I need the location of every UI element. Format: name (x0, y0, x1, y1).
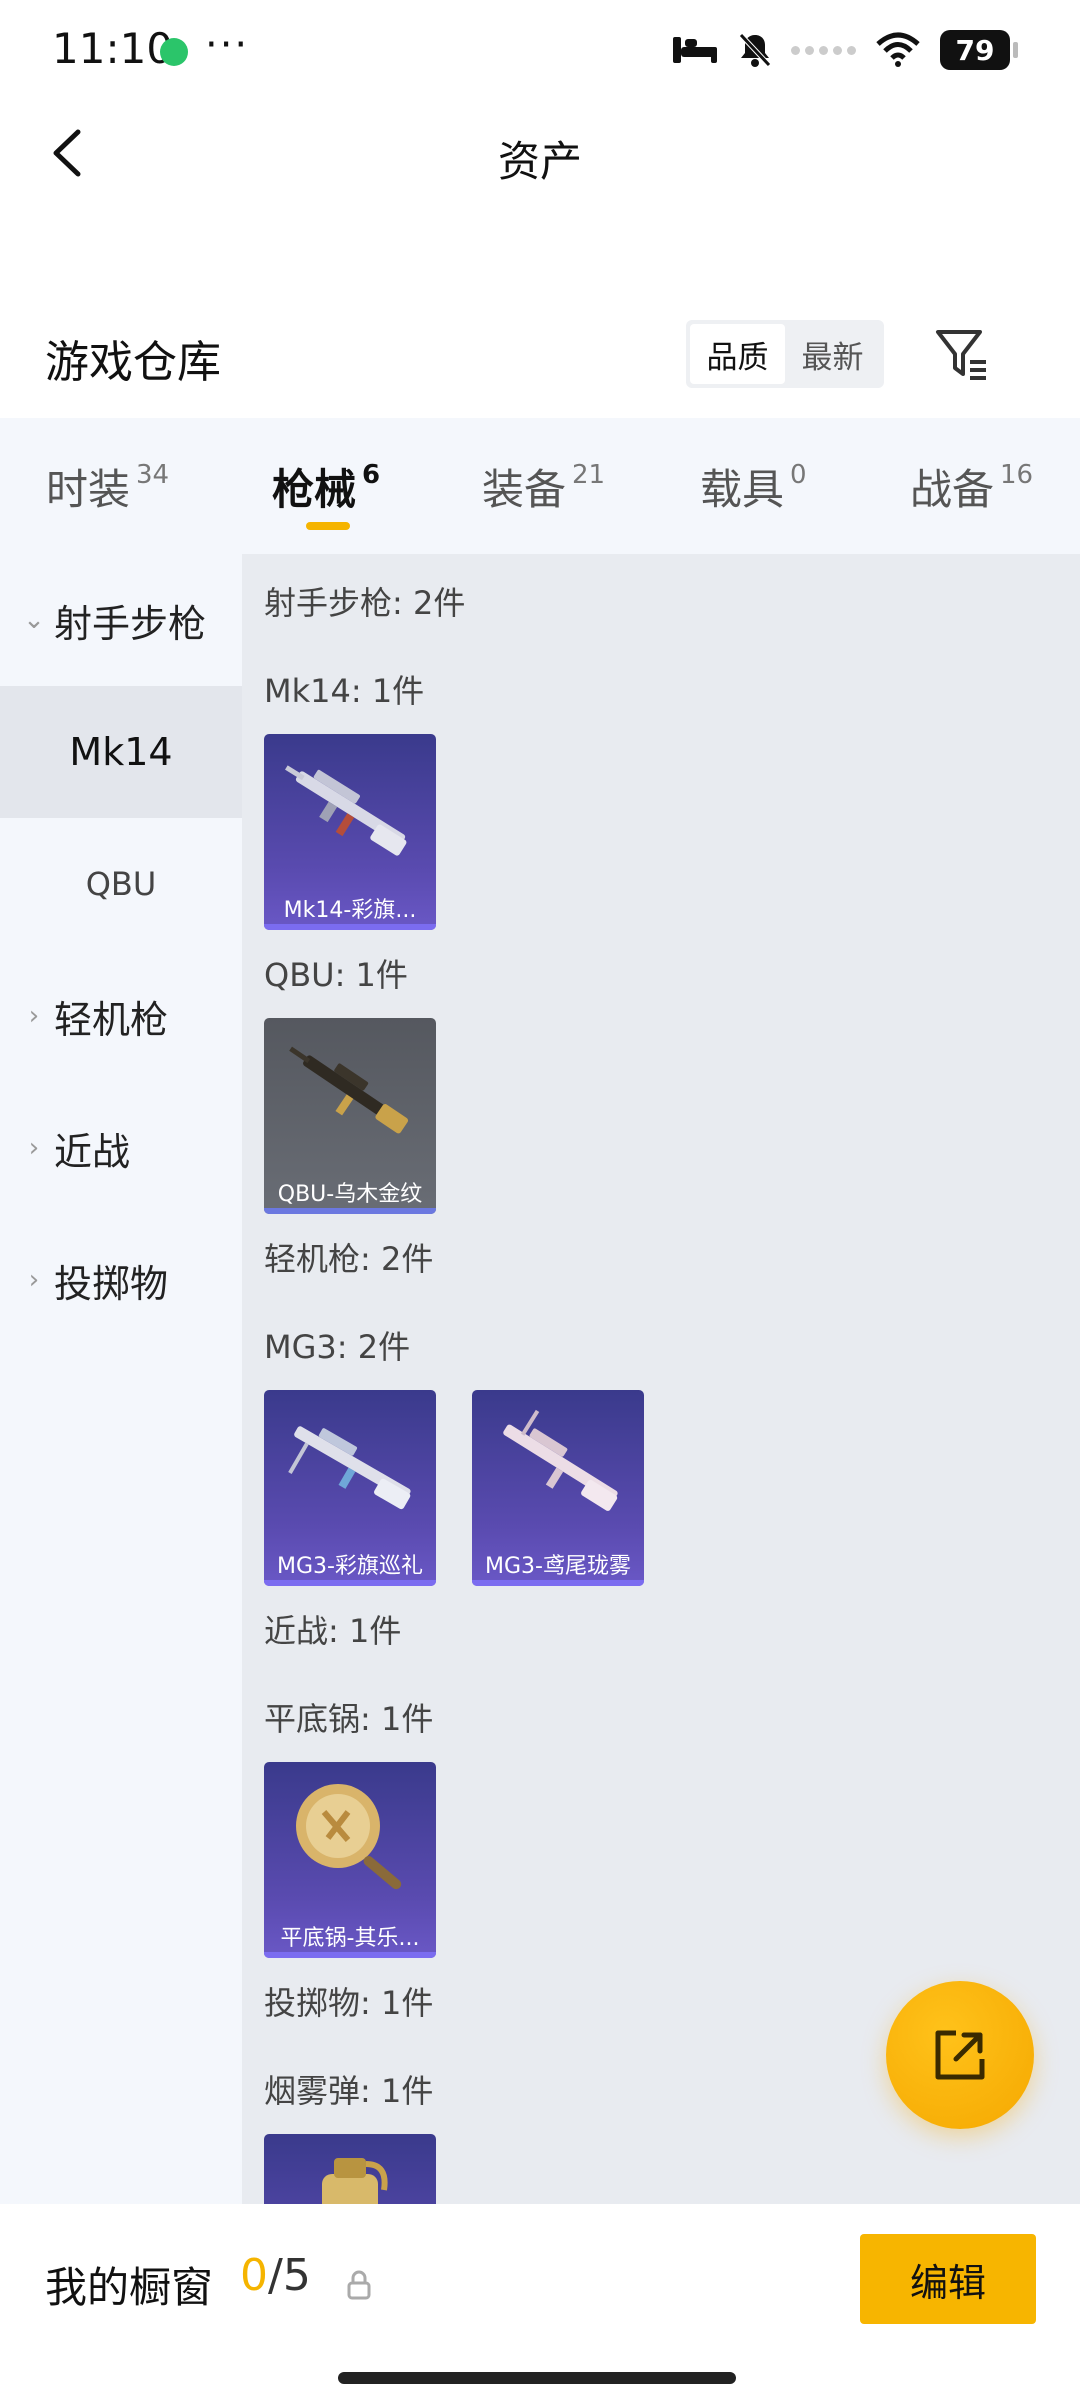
sidebar-group-label: 射手步枪 (54, 601, 207, 646)
tab-equipment[interactable]: 装备 21 (482, 456, 605, 517)
wifi-icon (876, 32, 920, 67)
page-title: 资产 (497, 137, 582, 186)
machine-gun-icon (503, 1409, 618, 1511)
sidebar-group-label: 近战 (54, 1129, 131, 1174)
wechat-icon (160, 38, 188, 66)
tab-supplies[interactable]: 战备 16 (910, 456, 1033, 517)
sidebar-group-label: 投掷物 (54, 1261, 169, 1306)
tab-count: 6 (362, 460, 381, 490)
showcase-current: 0 (240, 2250, 268, 2301)
subsection-label: 平底锅: 1件 (264, 1700, 434, 1738)
status-bar: 11:10 ··· 79 (0, 0, 1080, 100)
active-tab-indicator (306, 522, 350, 530)
smoke-grenade-icon (322, 2158, 388, 2204)
item-name: Mk14-彩旗... (283, 898, 417, 923)
rifle-icon (285, 765, 407, 856)
sleep-mode-icon (673, 37, 717, 63)
item-card[interactable]: 平底锅-其乐... (264, 1762, 436, 1958)
tab-label: 装备 (482, 465, 567, 514)
item-name: QBU-乌木金纹 (277, 1182, 423, 1207)
sidebar-item-mk14[interactable]: Mk14 (0, 686, 242, 818)
warehouse-row: 游戏仓库 品质 最新 (0, 300, 1080, 410)
sidebar-group-label: 轻机枪 (54, 997, 169, 1042)
tab-count: 16 (1000, 460, 1034, 490)
item-card[interactable]: MG3-彩旗巡礼 (264, 1390, 436, 1586)
rifle-icon (289, 1046, 409, 1134)
machine-gun-icon (288, 1426, 411, 1510)
subsection-label: 烟雾弹: 1件 (264, 2072, 434, 2110)
sidebar-group-lmg[interactable]: › 轻机枪 (0, 950, 242, 1082)
share-icon (935, 2030, 985, 2080)
chevron-right-icon: › (28, 1133, 40, 1163)
subsection-label: QBU: 1件 (264, 956, 408, 994)
share-button[interactable] (886, 1981, 1034, 2129)
tab-label: 载具 (700, 465, 785, 514)
subsection-label: Mk14: 1件 (264, 672, 425, 710)
item-name: 平底锅-其乐... (280, 1926, 420, 1951)
sidebar-item-qbu[interactable]: QBU (0, 818, 242, 950)
tab-label: 战备 (910, 465, 995, 514)
category-tabs: 时装 34 枪械 6 装备 21 载具 0 战备 16 (0, 418, 1080, 554)
tab-label: 枪械 (272, 465, 357, 514)
frying-pan-icon (296, 1784, 402, 1890)
sidebar: ⌄ 射手步枪 Mk14 QBU › 轻机枪 › 近战 › 投掷物 (0, 554, 242, 2204)
warehouse-title: 游戏仓库 (45, 337, 221, 388)
sort-newest-option[interactable]: 最新 (785, 324, 880, 384)
edit-button[interactable]: 编辑 (860, 2234, 1036, 2324)
filter-button[interactable] (930, 322, 994, 386)
item-card[interactable] (264, 2134, 436, 2204)
home-indicator (338, 2372, 736, 2384)
section-label: 投掷物: 1件 (264, 1984, 434, 2022)
showcase-label: 我的橱窗 (45, 2263, 214, 2312)
chevron-right-icon: › (28, 1001, 40, 1031)
sidebar-group-throwable[interactable]: › 投掷物 (0, 1214, 242, 1346)
mute-icon (739, 33, 771, 67)
item-name: MG3-彩旗巡礼 (277, 1554, 423, 1579)
sidebar-group-melee[interactable]: › 近战 (0, 1082, 242, 1214)
item-card[interactable]: Mk14-彩旗... (264, 734, 436, 930)
subsection-label: MG3: 2件 (264, 1328, 411, 1366)
tab-label: 时装 (46, 465, 131, 514)
status-time: 11:10 (52, 24, 174, 73)
asset-list: 射手步枪: 2件 Mk14: 1件 Mk14-彩旗... QBU: 1件 QBU… (242, 554, 1080, 2204)
item-name: MG3-鸢尾珑雾 (485, 1554, 631, 1579)
quality-bar (472, 1580, 644, 1586)
more-notifications-icon: ··· (205, 22, 250, 68)
tab-weapons[interactable]: 枪械 6 (272, 456, 380, 517)
chevron-right-icon: › (28, 1265, 40, 1295)
sort-quality-option[interactable]: 品质 (690, 324, 785, 384)
tab-vehicles[interactable]: 载具 0 (700, 456, 807, 517)
header: 资产 (0, 100, 1080, 210)
showcase-total: /5 (268, 2250, 311, 2301)
battery-icon: 79 (940, 30, 1018, 70)
section-label: 近战: 1件 (264, 1612, 402, 1650)
tab-count: 0 (790, 460, 807, 490)
section-label: 轻机枪: 2件 (264, 1240, 434, 1278)
tab-count: 21 (572, 460, 606, 490)
section-label: 射手步枪: 2件 (264, 584, 466, 622)
quality-bar (264, 924, 436, 930)
filter-icon (936, 330, 986, 380)
status-icons: 79 (671, 28, 1018, 72)
quality-bar (264, 1952, 436, 1958)
chevron-down-icon: ⌄ (23, 605, 45, 635)
sort-toggle: 品质 最新 (686, 320, 884, 388)
showcase-count: 0/5 (240, 2250, 311, 2301)
sidebar-group-marksman-rifle[interactable]: ⌄ 射手步枪 (0, 554, 242, 686)
tab-count: 34 (136, 460, 170, 490)
lock-icon (347, 2270, 371, 2300)
item-card[interactable]: MG3-鸢尾珑雾 (472, 1390, 644, 1586)
item-card[interactable]: QBU-乌木金纹 (264, 1018, 436, 1214)
signal-icon (791, 45, 856, 55)
quality-bar (264, 1580, 436, 1586)
quality-bar (264, 1208, 436, 1214)
tab-fashion[interactable]: 时装 34 (46, 456, 169, 517)
bottom-bar: 我的橱窗 0/5 编辑 (0, 2204, 1080, 2400)
